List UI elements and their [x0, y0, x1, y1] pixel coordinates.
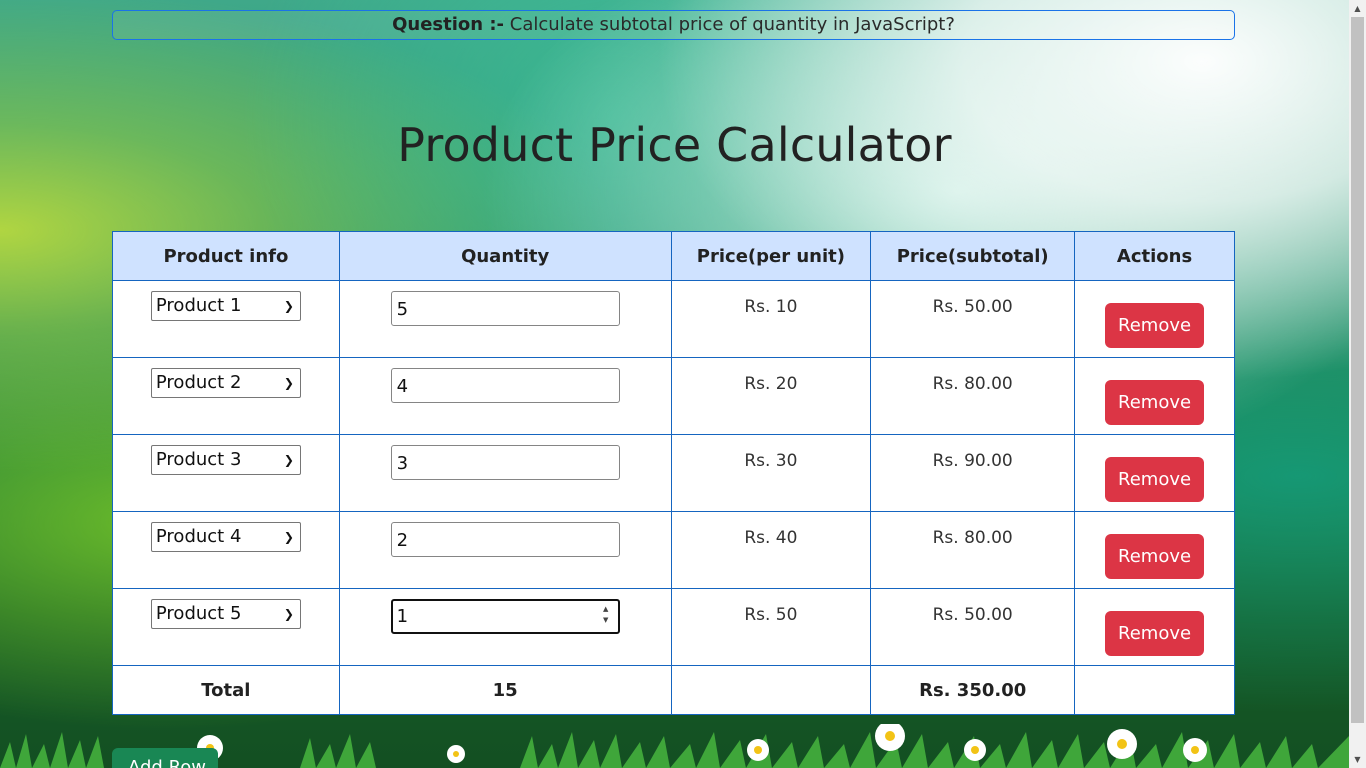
product-select[interactable]: Product 5 ❯	[150, 599, 301, 629]
actions-cell: Remove	[1074, 588, 1235, 666]
subtotal-cell: Rs. 50.00	[870, 588, 1076, 666]
product-select-value: Product 1	[155, 295, 242, 316]
quantity-cell: 3	[338, 434, 672, 512]
product-select[interactable]: Product 1 ❯	[150, 291, 301, 321]
product-cell: Product 1 ❯	[112, 280, 340, 358]
product-table: Product info Quantity Price(per unit) Pr…	[112, 231, 1235, 715]
price-per-unit: Rs. 40	[744, 528, 798, 548]
total-row: Total 15 Rs. 350.00	[112, 665, 1235, 715]
product-select[interactable]: Product 3 ❯	[150, 445, 301, 475]
actions-cell: Remove	[1074, 280, 1235, 358]
price-per-unit: Rs. 20	[744, 374, 798, 394]
quantity-cell: 4	[338, 357, 672, 435]
price-subtotal: Rs. 80.00	[932, 528, 1013, 548]
subtotal-cell: Rs. 80.00	[870, 511, 1076, 589]
table-header-row: Product info Quantity Price(per unit) Pr…	[112, 231, 1235, 281]
price-subtotal: Rs. 80.00	[932, 374, 1013, 394]
table-row: Product 2 ❯ 4 Rs. 20 Rs. 80.00 Remove	[112, 357, 1235, 435]
price-per-unit: Rs. 10	[744, 297, 798, 317]
total-quantity: 15	[338, 665, 672, 715]
product-select-value: Product 3	[155, 449, 242, 470]
product-cell: Product 2 ❯	[112, 357, 340, 435]
quantity-input[interactable]: 3	[390, 445, 620, 480]
product-select[interactable]: Product 2 ❯	[150, 368, 301, 398]
price-subtotal: Rs. 50.00	[932, 297, 1013, 317]
quantity-input[interactable]: 2	[390, 522, 620, 557]
table-row: Product 4 ❯ 2 Rs. 40 Rs. 80.00 Remove	[112, 511, 1235, 589]
price-cell: Rs. 10	[670, 280, 872, 358]
header-quantity: Quantity	[338, 231, 672, 281]
chevron-down-icon: ❯	[283, 530, 294, 544]
price-subtotal: Rs. 50.00	[932, 605, 1013, 625]
scroll-up-arrow-icon[interactable]: ▲	[1349, 0, 1366, 17]
price-cell: Rs. 40	[670, 511, 872, 589]
quantity-input[interactable]: 4	[390, 368, 620, 403]
table-row: Product 1 ❯ 5 Rs. 10 Rs. 50.00 Remove	[112, 280, 1235, 358]
price-per-unit: Rs. 50	[744, 605, 798, 625]
remove-button[interactable]: Remove	[1105, 303, 1205, 348]
product-select[interactable]: Product 4 ❯	[150, 522, 301, 552]
product-cell: Product 5 ❯	[112, 588, 340, 666]
question-text: Calculate subtotal price of quantity in …	[509, 14, 955, 35]
scrollbar-thumb[interactable]	[1351, 17, 1364, 723]
chevron-down-icon: ❯	[283, 607, 294, 621]
header-price-subtotal: Price(subtotal)	[870, 231, 1076, 281]
remove-button[interactable]: Remove	[1105, 611, 1205, 656]
price-cell: Rs. 50	[670, 588, 872, 666]
actions-cell: Remove	[1074, 511, 1235, 589]
quantity-cell: 1 ▲ ▼	[338, 588, 672, 666]
price-cell: Rs. 20	[670, 357, 872, 435]
total-price-empty	[670, 665, 872, 715]
total-label: Total	[112, 665, 340, 715]
quantity-cell: 2	[338, 511, 672, 589]
quantity-cell: 5	[338, 280, 672, 358]
total-actions-empty	[1074, 665, 1235, 715]
remove-button[interactable]: Remove	[1105, 534, 1205, 579]
quantity-input[interactable]: 1 ▲ ▼	[390, 599, 620, 634]
header-product-info: Product info	[112, 231, 340, 281]
chevron-down-icon: ❯	[283, 376, 294, 390]
total-subtotal: Rs. 350.00	[870, 665, 1076, 715]
actions-cell: Remove	[1074, 357, 1235, 435]
subtotal-cell: Rs. 80.00	[870, 357, 1076, 435]
product-select-value: Product 5	[155, 603, 242, 624]
add-row-button[interactable]: Add Row	[112, 748, 218, 768]
chevron-down-icon: ❯	[283, 299, 294, 313]
product-cell: Product 3 ❯	[112, 434, 340, 512]
scroll-down-arrow-icon[interactable]: ▼	[1349, 751, 1366, 768]
price-subtotal: Rs. 90.00	[932, 451, 1013, 471]
remove-button[interactable]: Remove	[1105, 457, 1205, 502]
quantity-input[interactable]: 5	[390, 291, 620, 326]
actions-cell: Remove	[1074, 434, 1235, 512]
price-cell: Rs. 30	[670, 434, 872, 512]
subtotal-cell: Rs. 50.00	[870, 280, 1076, 358]
header-actions: Actions	[1074, 231, 1235, 281]
table-row: Product 3 ❯ 3 Rs. 30 Rs. 90.00 Remove	[112, 434, 1235, 512]
product-select-value: Product 2	[155, 372, 242, 393]
header-price-per-unit: Price(per unit)	[670, 231, 872, 281]
table-row: Product 5 ❯ 1 ▲ ▼ Rs. 50 Rs. 50.00 Remove	[112, 588, 1235, 666]
subtotal-cell: Rs. 90.00	[870, 434, 1076, 512]
question-bar: Question :- Calculate subtotal price of …	[112, 10, 1235, 40]
product-cell: Product 4 ❯	[112, 511, 340, 589]
remove-button[interactable]: Remove	[1105, 380, 1205, 425]
quantity-input-value: 1	[396, 606, 409, 627]
page-title: Product Price Calculator	[397, 118, 952, 172]
spinner-arrows-icon[interactable]: ▲ ▼	[600, 604, 612, 626]
question-label: Question :-	[392, 14, 505, 35]
chevron-down-icon: ❯	[283, 453, 294, 467]
price-per-unit: Rs. 30	[744, 451, 798, 471]
vertical-scrollbar[interactable]: ▲ ▼	[1349, 0, 1366, 768]
product-select-value: Product 4	[155, 526, 242, 547]
